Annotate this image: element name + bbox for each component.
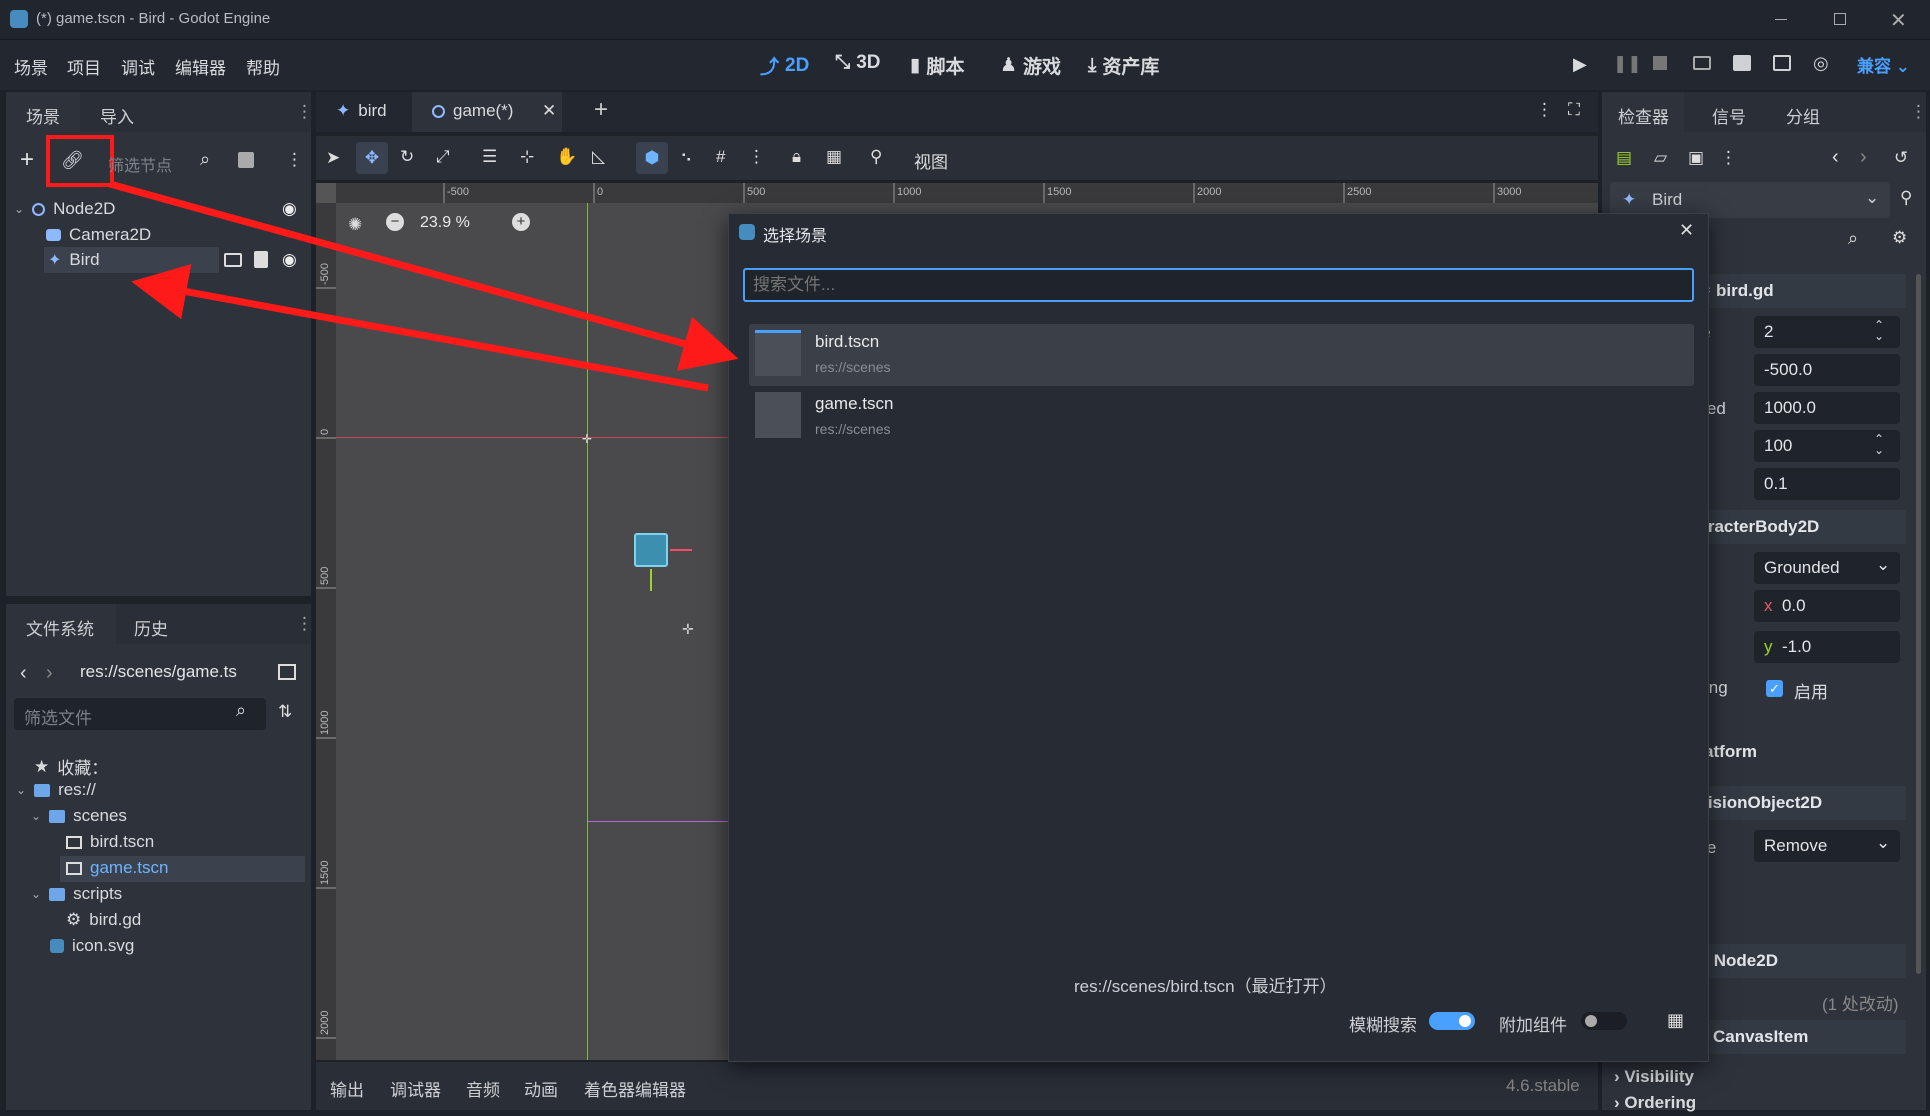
annotation-arrows [109, 180, 739, 392]
annotation-arrow-to-bird-node [131, 264, 709, 392]
annotation-arrow-to-dialog [109, 180, 739, 371]
